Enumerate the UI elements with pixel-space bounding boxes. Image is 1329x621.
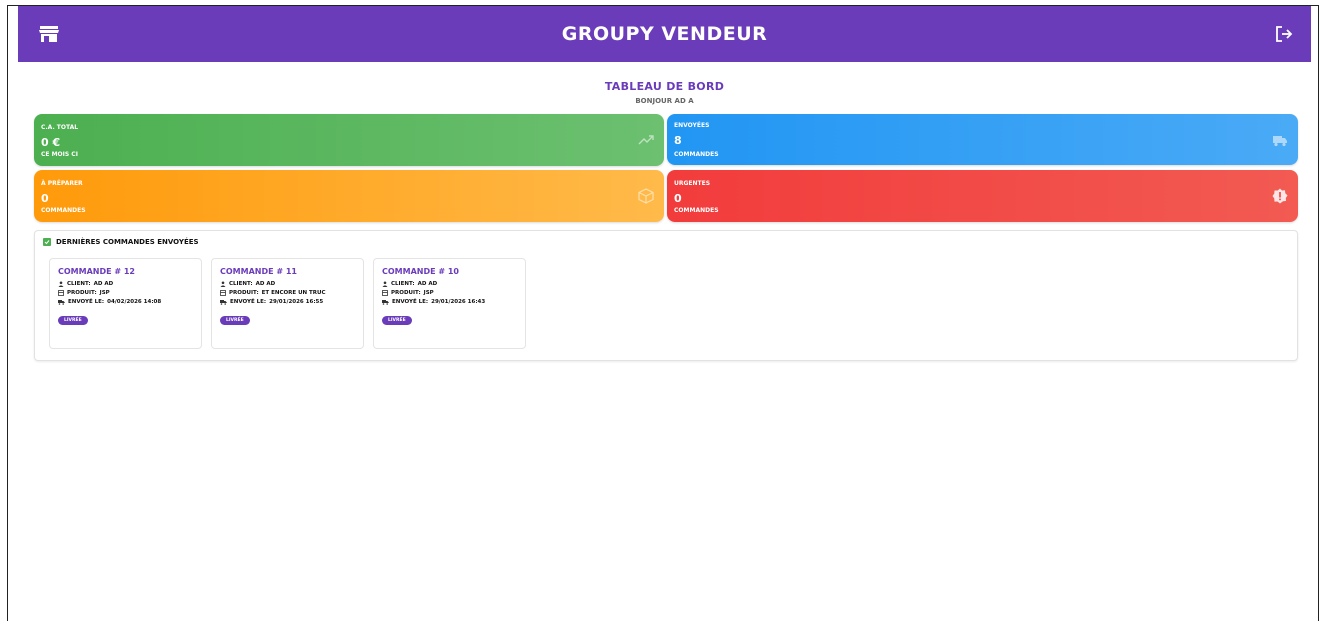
top-bar: GROUPY VENDEUR — [18, 6, 1311, 62]
order-product: PRODUIT: ET ENCORE UN TRUC — [220, 290, 326, 296]
product-icon — [58, 290, 64, 296]
product-icon — [382, 290, 388, 296]
recent-orders-title-text: DERNIÈRES COMMANDES ENVOYÉES — [56, 238, 199, 246]
stat-label: ENVOYÉES — [674, 122, 710, 129]
order-card-10[interactable]: COMMANDE # 10 CLIENT: AD AD PRODUIT: JSP… — [373, 258, 526, 349]
order-product: PRODUIT: JSP — [58, 290, 110, 296]
stat-label: À PRÉPARER — [41, 180, 83, 187]
stat-card-revenue[interactable]: C.A. TOTAL 0 € CE MOIS CI — [34, 114, 664, 166]
order-title: COMMANDE # 12 — [58, 267, 135, 276]
user-icon — [220, 281, 226, 287]
box-icon — [638, 188, 654, 204]
truck-icon — [1273, 136, 1287, 147]
truck-icon — [382, 300, 389, 305]
order-title: COMMANDE # 11 — [220, 267, 297, 276]
trending-up-icon — [638, 135, 654, 145]
stat-value: 0 € — [41, 136, 61, 149]
stat-sub: CE MOIS CI — [41, 151, 78, 158]
greeting-text: BONJOUR AD A — [635, 97, 694, 105]
stat-value: 0 — [674, 192, 682, 205]
stat-card-sent[interactable]: ENVOYÉES 8 COMMANDES — [667, 114, 1298, 165]
logout-icon[interactable] — [1271, 21, 1297, 47]
user-icon — [382, 281, 388, 287]
stat-sub: COMMANDES — [41, 207, 86, 214]
status-badge: LIVRÉE — [58, 316, 88, 325]
user-icon — [58, 281, 64, 287]
order-client: CLIENT: AD AD — [220, 281, 275, 287]
order-sent-date: ENVOYÉ LE: 04/02/2026 14:08 — [58, 299, 161, 305]
order-sent-date: ENVOYÉ LE: 29/01/2026 16:55 — [220, 299, 323, 305]
stat-value: 0 — [41, 192, 49, 205]
recent-orders-panel: DERNIÈRES COMMANDES ENVOYÉES COMMANDE # … — [34, 230, 1298, 361]
recent-orders-title: DERNIÈRES COMMANDES ENVOYÉES — [43, 238, 199, 246]
order-client: CLIENT: AD AD — [58, 281, 113, 287]
product-icon — [220, 290, 226, 296]
stat-sub: COMMANDES — [674, 151, 719, 158]
truck-icon — [58, 300, 65, 305]
order-title: COMMANDE # 10 — [382, 267, 459, 276]
check-list-icon — [43, 238, 51, 246]
order-sent-date: ENVOYÉ LE: 29/01/2026 16:43 — [382, 299, 485, 305]
stat-label: C.A. TOTAL — [41, 124, 79, 131]
stat-card-urgent[interactable]: URGENTES 0 COMMANDES — [667, 170, 1298, 222]
dashboard-heading: TABLEAU DE BORD BONJOUR AD A — [18, 80, 1311, 105]
stat-card-prepare[interactable]: À PRÉPARER 0 COMMANDES — [34, 170, 664, 222]
order-card-11[interactable]: COMMANDE # 11 CLIENT: AD AD PRODUIT: ET … — [211, 258, 364, 349]
app-title: GROUPY VENDEUR — [561, 23, 768, 45]
order-card-12[interactable]: COMMANDE # 12 CLIENT: AD AD PRODUIT: JSP… — [49, 258, 202, 349]
status-badge: LIVRÉE — [382, 316, 412, 325]
truck-icon — [220, 300, 227, 305]
stat-label: URGENTES — [674, 180, 711, 187]
status-badge: LIVRÉE — [220, 316, 250, 325]
alert-icon — [1272, 188, 1288, 204]
stat-sub: COMMANDES — [674, 207, 719, 214]
page-title: TABLEAU DE BORD — [604, 80, 725, 93]
stat-value: 8 — [674, 134, 682, 147]
order-product: PRODUIT: JSP — [382, 290, 434, 296]
order-client: CLIENT: AD AD — [382, 281, 437, 287]
